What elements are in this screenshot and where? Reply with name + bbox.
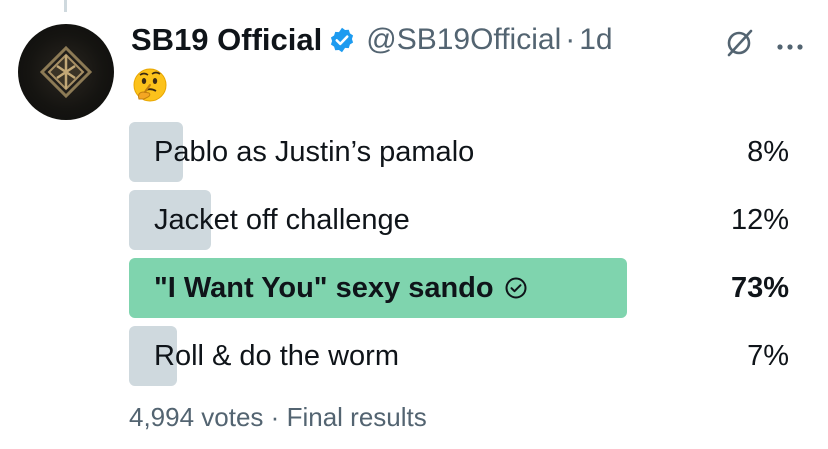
thread-connector-line (64, 0, 67, 12)
poll-option-label-text: "I Want You" sexy sando (154, 272, 494, 304)
poll-option-1: Pablo as Justin’s pamalo 8% (129, 122, 789, 182)
separator-dot: · (270, 402, 280, 432)
sb19-logo-icon (40, 46, 92, 98)
avatar[interactable] (18, 24, 114, 120)
poll-option-percent: 8% (747, 136, 789, 168)
poll-option-label-winner: "I Want You" sexy sando (154, 258, 528, 318)
poll-option-percent-winner: 73% (730, 272, 789, 304)
check-circle-icon (504, 276, 528, 300)
timestamp[interactable]: 1d (579, 23, 612, 57)
poll-option-percent: 7% (747, 340, 789, 372)
poll-footer: 4,994 votes · Final results (129, 402, 427, 433)
poll-option-label: Jacket off challenge (154, 204, 410, 236)
thinking-face-emoji: 🤔 (131, 66, 169, 109)
poll-status: Final results (286, 402, 427, 432)
poll-option-label: Pablo as Justin’s pamalo (154, 136, 475, 168)
poll-option-4: Roll & do the worm 7% (129, 326, 789, 386)
user-handle[interactable]: @SB19Official (366, 23, 561, 57)
tweet-header: SB19 Official @SB19Official · 1d (131, 18, 613, 62)
separator-dot: · (565, 23, 576, 56)
poll-option-label: Roll & do the worm (154, 340, 399, 372)
verified-badge-icon[interactable] (328, 26, 356, 54)
poll: Pablo as Justin’s pamalo 8% Jacket off c… (129, 122, 789, 394)
poll-option-percent: 12% (730, 204, 789, 236)
display-name[interactable]: SB19 Official (131, 22, 322, 58)
poll-option-2: Jacket off challenge 12% (129, 190, 789, 250)
more-options-icon[interactable] (776, 38, 804, 56)
poll-option-3: "I Want You" sexy sando 73% (129, 258, 789, 318)
vote-count: 4,994 votes (129, 402, 264, 432)
grok-icon[interactable] (724, 28, 754, 63)
